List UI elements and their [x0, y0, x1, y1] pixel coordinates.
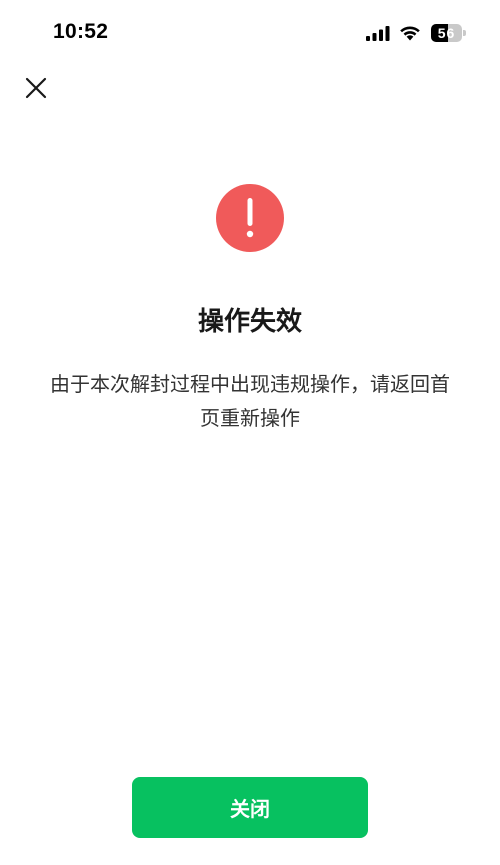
battery-tip: [463, 30, 466, 36]
page-title: 操作失效: [197, 307, 302, 337]
battery-level: 56: [437, 25, 456, 41]
battery-body: 56: [431, 24, 462, 42]
status-bar: 10:52 56: [0, 0, 500, 66]
battery-icon: 56: [431, 24, 466, 42]
cellular-signal-icon: [366, 26, 390, 41]
wifi-icon: [400, 26, 420, 41]
status-time: 10:52: [53, 20, 109, 43]
close-icon: [25, 77, 47, 99]
error-message: 由于本次解封过程中出现违规操作，请返回首页重新操作: [50, 372, 450, 430]
exclamation-icon: [216, 184, 284, 252]
close-action-button[interactable]: 关闭: [132, 777, 368, 838]
close-button[interactable]: [18, 70, 54, 106]
